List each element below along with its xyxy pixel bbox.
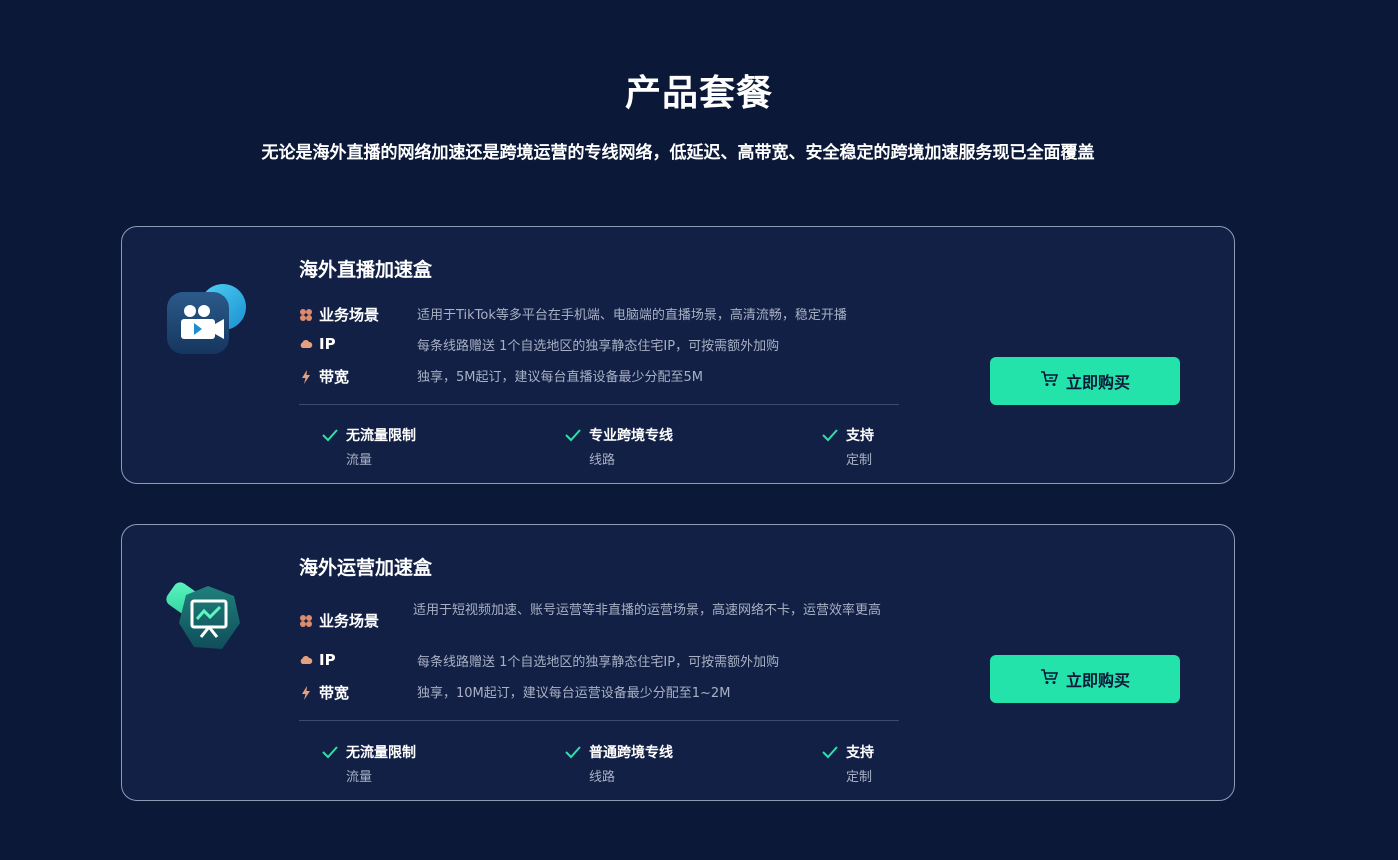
- check-icon: [822, 427, 838, 442]
- spec-value: 独享，5M起订，建议每台直播设备最少分配至5M: [417, 370, 703, 385]
- buy-now-button[interactable]: 立即购买: [990, 655, 1180, 703]
- feature-sub: 定制: [846, 453, 873, 468]
- check-icon: [565, 744, 581, 759]
- video-camera-icon: [164, 281, 254, 361]
- check-icon: [565, 427, 581, 442]
- feature-title: 支持: [846, 745, 874, 761]
- spec-key-label: 业务场景: [319, 612, 380, 630]
- product-card-ops: 海外运营加速盒 业务场景 适用于短视频加速、账号运营等非直播的运营场景，高速网络…: [121, 524, 1235, 801]
- cart-icon: [1040, 669, 1059, 689]
- feature-sub: 线路: [589, 770, 616, 785]
- presentation-chart-icon: [164, 579, 254, 659]
- product-title: 海外运营加速盒: [299, 557, 433, 579]
- feature-title: 支持: [846, 428, 874, 444]
- buy-label: 立即购买: [1065, 671, 1130, 690]
- flower-icon: [299, 308, 313, 322]
- divider: [299, 404, 899, 405]
- check-icon: [322, 744, 338, 759]
- product-title: 海外直播加速盒: [299, 259, 433, 281]
- buy-label: 立即购买: [1065, 373, 1130, 392]
- feature-title: 专业跨境专线: [589, 428, 673, 444]
- feature-sub: 流量: [346, 453, 373, 468]
- spec-value: 适用于短视频加速、账号运营等非直播的运营场景，高速网络不卡，运营效率更高: [413, 603, 882, 618]
- cart-icon: [1040, 371, 1059, 391]
- feature-title: 无流量限制: [346, 745, 416, 761]
- divider: [299, 720, 899, 721]
- spec-value: 每条线路赠送 1个自选地区的独享静态住宅IP，可按需额外加购: [417, 339, 780, 354]
- lightning-icon: [299, 685, 313, 700]
- cloud-icon: [299, 653, 313, 667]
- feature-sub: 定制: [846, 770, 873, 785]
- buy-now-button[interactable]: 立即购买: [990, 357, 1180, 405]
- check-icon: [322, 427, 338, 442]
- cloud-icon: [299, 337, 313, 351]
- spec-key-label: 带宽: [319, 684, 350, 702]
- spec-key-label: IP: [319, 335, 336, 353]
- feature-sub: 流量: [346, 770, 373, 785]
- check-icon: [822, 744, 838, 759]
- lightning-icon: [299, 369, 313, 384]
- feature-title: 普通跨境专线: [589, 745, 673, 761]
- spec-key-label: 业务场景: [319, 306, 380, 324]
- feature-title: 无流量限制: [346, 428, 416, 444]
- flower-icon: [299, 614, 313, 628]
- spec-value: 每条线路赠送 1个自选地区的独享静态住宅IP，可按需额外加购: [417, 655, 780, 670]
- spec-key-label: 带宽: [319, 368, 350, 386]
- spec-value: 独享，10M起订，建议每台运营设备最少分配至1~2M: [417, 686, 731, 701]
- spec-key-label: IP: [319, 651, 336, 669]
- product-card-live: 海外直播加速盒 业务场景 适用于TikTok等多平台在手机端、电脑端的直播场景，…: [121, 226, 1235, 484]
- feature-sub: 线路: [589, 453, 616, 468]
- page-subtitle: 无论是海外直播的网络加速还是跨境运营的专线网络，低延迟、高带宽、安全稳定的跨境加…: [261, 143, 1095, 163]
- page-title: 产品套餐: [624, 73, 773, 114]
- spec-value: 适用于TikTok等多平台在手机端、电脑端的直播场景，高清流畅，稳定开播: [417, 308, 847, 323]
